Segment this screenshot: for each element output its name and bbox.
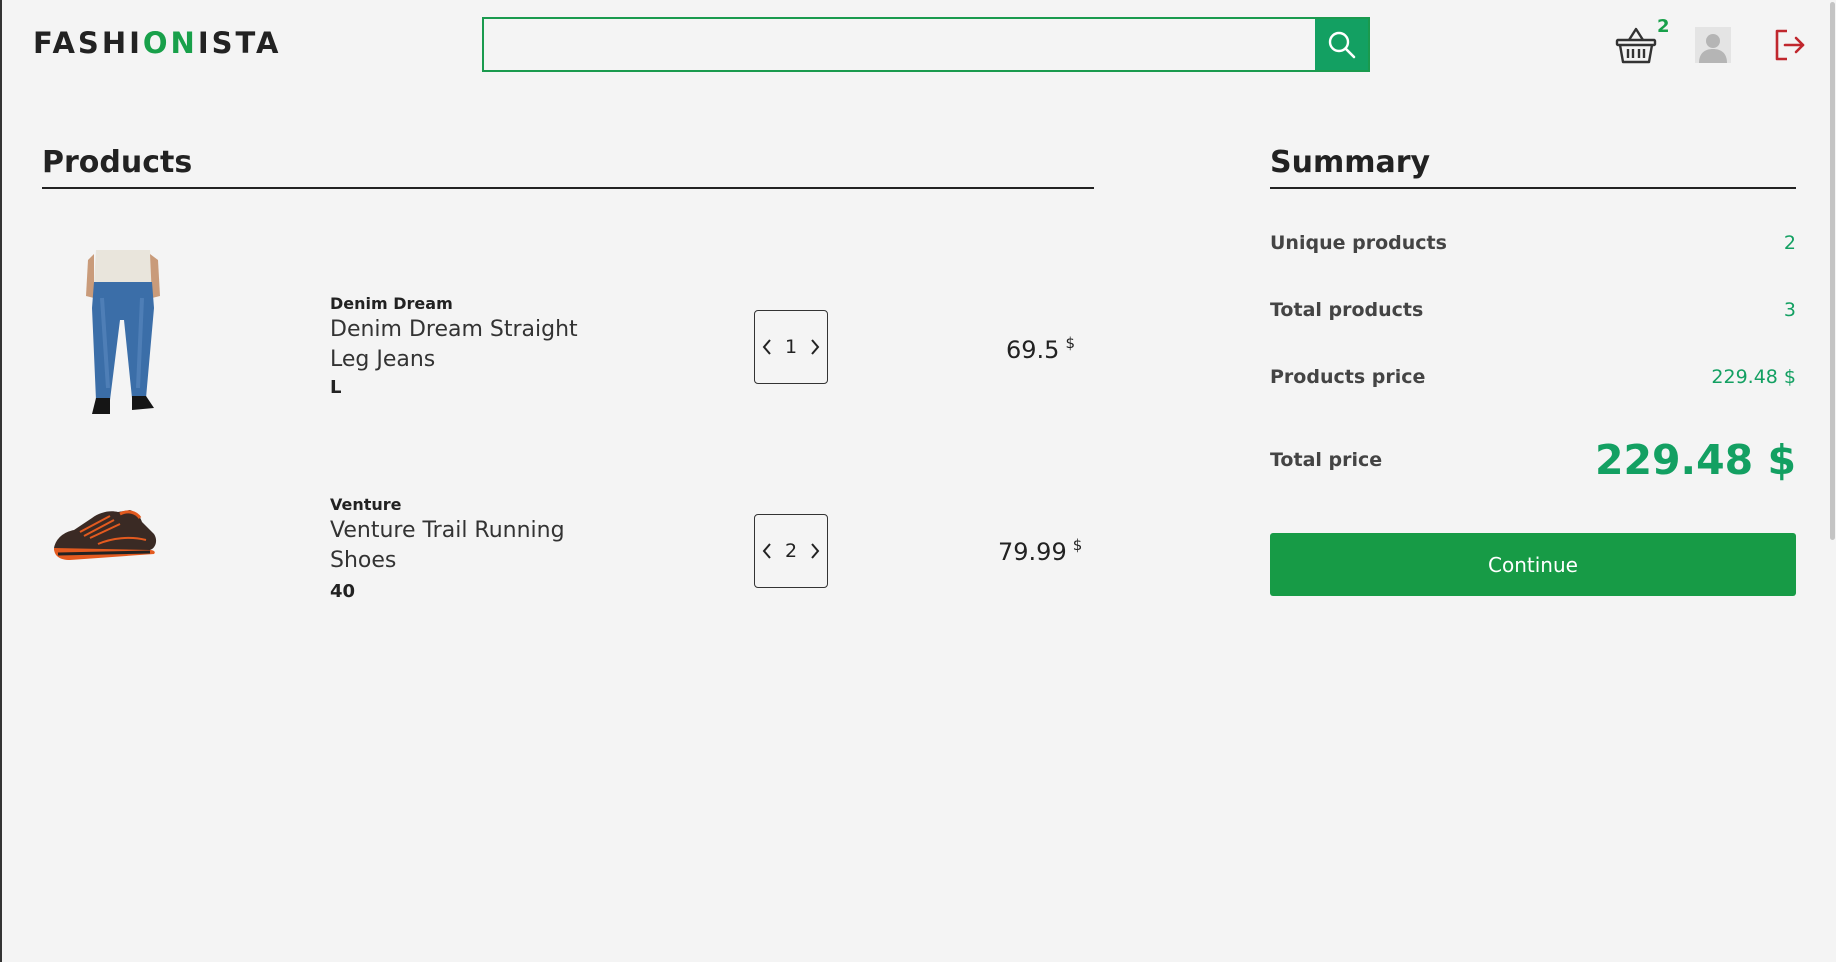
logo-text-accent: ON bbox=[142, 26, 198, 60]
products-price-value: 229.48 $ bbox=[1711, 366, 1796, 388]
increase-button[interactable] bbox=[805, 332, 825, 362]
search-input[interactable] bbox=[484, 19, 1315, 70]
total-products-value: 3 bbox=[1783, 299, 1796, 321]
cart-button[interactable] bbox=[1614, 24, 1658, 66]
unique-products-value: 2 bbox=[1783, 232, 1796, 254]
summary-row-unique: Unique products 2 bbox=[1270, 232, 1796, 254]
logout-icon bbox=[1775, 29, 1805, 61]
products-price-label: Products price bbox=[1270, 366, 1426, 388]
chevron-left-icon bbox=[762, 339, 771, 355]
total-price-value: 229.48 $ bbox=[1594, 436, 1796, 484]
product-name[interactable]: Venture Trail Running Shoes bbox=[330, 516, 590, 576]
chevron-right-icon bbox=[811, 339, 820, 355]
price-currency: $ bbox=[1072, 536, 1083, 554]
products-heading: Products bbox=[42, 145, 193, 180]
logo[interactable]: FASHIONISTA bbox=[33, 26, 281, 60]
summary-heading: Summary bbox=[1270, 145, 1431, 180]
product-price: 79.99 $ bbox=[998, 536, 1082, 566]
product-brand: Denim Dream bbox=[330, 294, 453, 313]
price-amount: 79.99 bbox=[998, 538, 1067, 566]
chevron-right-icon bbox=[811, 543, 820, 559]
total-price-label: Total price bbox=[1270, 449, 1383, 471]
product-size: L bbox=[330, 377, 342, 398]
avatar[interactable] bbox=[1695, 27, 1731, 63]
quantity-value: 2 bbox=[784, 540, 798, 562]
logout-button[interactable] bbox=[1772, 27, 1808, 63]
unique-products-label: Unique products bbox=[1270, 232, 1447, 254]
search-button[interactable] bbox=[1315, 19, 1368, 70]
basket-icon bbox=[1615, 27, 1657, 64]
product-size: 40 bbox=[330, 581, 356, 602]
product-brand: Venture bbox=[330, 495, 402, 514]
price-amount: 69.5 bbox=[1006, 336, 1060, 364]
cart-count-badge: 2 bbox=[1657, 16, 1670, 37]
products-divider bbox=[42, 187, 1094, 189]
summary-row-products-price: Products price 229.48 $ bbox=[1270, 366, 1796, 388]
summary-row-total-price: Total price 229.48 $ bbox=[1270, 436, 1796, 484]
scrollbar[interactable] bbox=[1828, 0, 1836, 962]
quantity-stepper: 2 bbox=[754, 514, 828, 588]
window-edge bbox=[0, 0, 2, 962]
total-products-label: Total products bbox=[1270, 299, 1424, 321]
logo-text-1: FASHI bbox=[33, 26, 143, 60]
summary-divider bbox=[1270, 187, 1796, 189]
list-item: Venture Venture Trail Running Shoes 40 2… bbox=[42, 444, 1094, 624]
product-price: 69.5 $ bbox=[1006, 334, 1075, 364]
logo-text-2: ISTA bbox=[197, 26, 282, 60]
continue-button[interactable]: Continue bbox=[1270, 533, 1796, 596]
price-currency: $ bbox=[1065, 334, 1075, 352]
decrease-button[interactable] bbox=[757, 332, 777, 362]
quantity-value: 1 bbox=[784, 336, 798, 358]
search-icon bbox=[1328, 31, 1355, 58]
jeans-image[interactable] bbox=[62, 248, 182, 418]
summary-row-total-products: Total products 3 bbox=[1270, 299, 1796, 321]
user-icon bbox=[1695, 27, 1731, 63]
increase-button[interactable] bbox=[805, 536, 825, 566]
list-item: Denim Dream Denim Dream Straight Leg Jea… bbox=[42, 240, 1094, 420]
chevron-left-icon bbox=[762, 543, 771, 559]
product-name[interactable]: Denim Dream Straight Leg Jeans bbox=[330, 315, 590, 375]
scrollbar-thumb[interactable] bbox=[1830, 2, 1835, 540]
search-bar bbox=[482, 17, 1370, 72]
shoe-image[interactable] bbox=[50, 504, 160, 564]
quantity-stepper: 1 bbox=[754, 310, 828, 384]
decrease-button[interactable] bbox=[757, 536, 777, 566]
